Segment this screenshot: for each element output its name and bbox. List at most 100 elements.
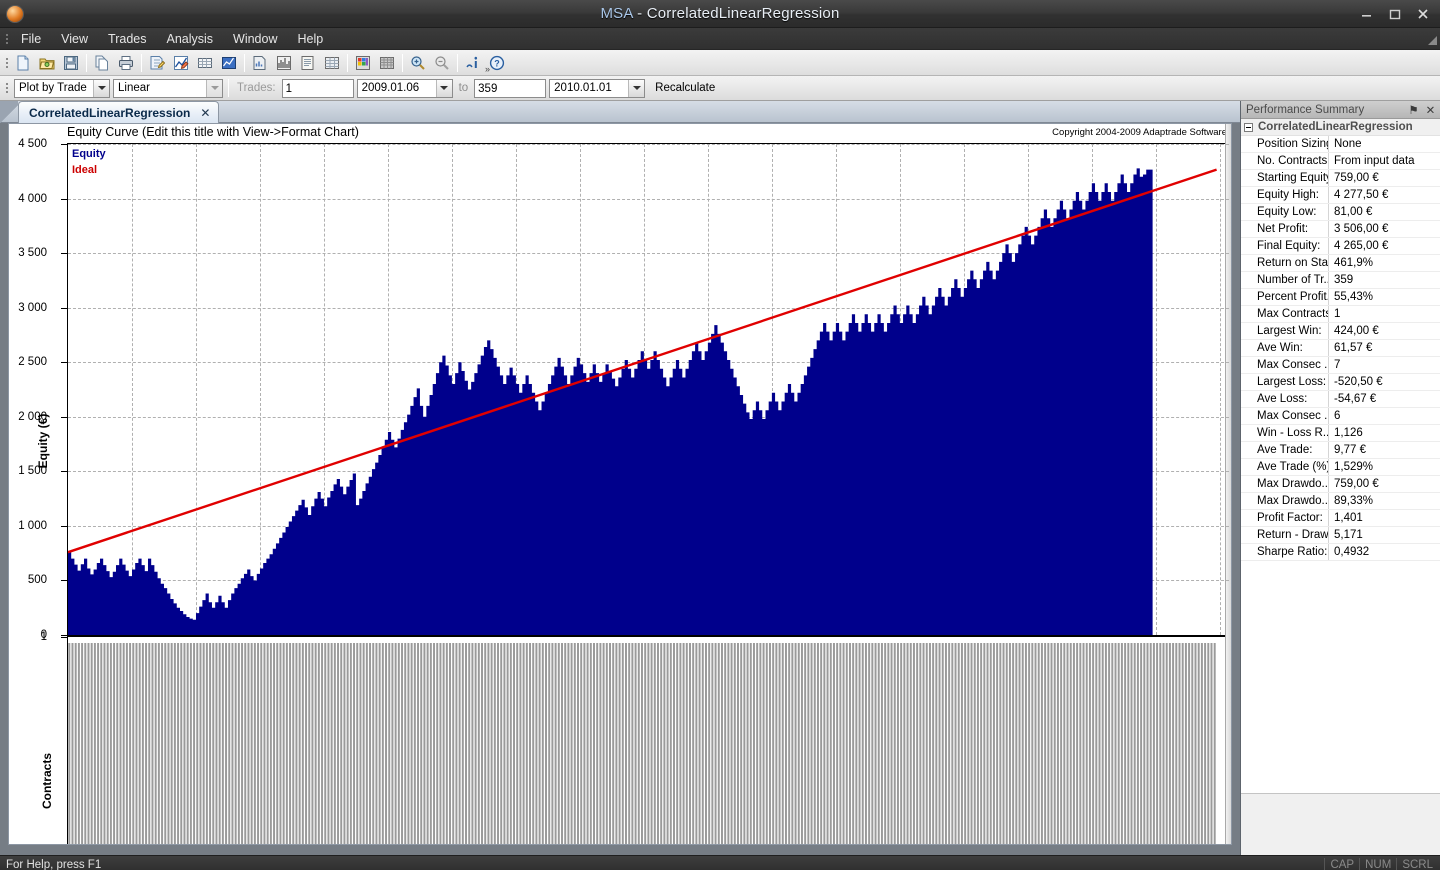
performance-summary-grid: CorrelatedLinearRegression Position Sizi… bbox=[1241, 119, 1440, 793]
performance-row[interactable]: Ave Loss: -54,67 € bbox=[1241, 391, 1440, 408]
menu-item-window[interactable]: Window bbox=[223, 30, 287, 48]
panel-close-icon[interactable]: ✕ bbox=[1424, 103, 1437, 117]
performance-row[interactable]: Percent Profit... 55,43% bbox=[1241, 289, 1440, 306]
equity-plot[interactable]: Equity Ideal bbox=[67, 143, 1231, 636]
close-button[interactable] bbox=[1410, 4, 1436, 24]
performance-row[interactable]: Equity Low: 81,00 € bbox=[1241, 204, 1440, 221]
print-icon[interactable] bbox=[115, 52, 137, 74]
zoom-out-icon[interactable] bbox=[431, 52, 453, 74]
contracts-bar bbox=[669, 643, 672, 844]
spreadsheet-icon[interactable] bbox=[376, 52, 398, 74]
contracts-bar bbox=[186, 643, 189, 844]
contracts-plot[interactable] bbox=[67, 636, 1231, 844]
contracts-bar bbox=[452, 643, 455, 844]
contracts-bar bbox=[365, 643, 368, 844]
performance-row[interactable]: Ave Trade (%): 1,529% bbox=[1241, 459, 1440, 476]
copy-icon[interactable] bbox=[91, 52, 113, 74]
contracts-bar bbox=[775, 643, 778, 844]
performance-row[interactable]: Number of Tr... 359 bbox=[1241, 272, 1440, 289]
recalculate-button[interactable]: Recalculate bbox=[648, 79, 722, 97]
zoom-in-icon[interactable] bbox=[407, 52, 429, 74]
info-icon[interactable] bbox=[462, 52, 484, 74]
menu-item-analysis[interactable]: Analysis bbox=[156, 30, 223, 48]
edit-properties-icon[interactable] bbox=[146, 52, 168, 74]
performance-row-key: Max Drawdo... bbox=[1241, 493, 1329, 509]
chevron-down-icon[interactable] bbox=[93, 79, 109, 97]
contracts-bar bbox=[912, 643, 915, 844]
document-tab-close-icon[interactable]: ✕ bbox=[200, 106, 210, 120]
contracts-bar bbox=[842, 643, 845, 844]
collapse-expander-icon[interactable] bbox=[1244, 122, 1253, 132]
menu-item-file[interactable]: File bbox=[11, 30, 51, 48]
performance-row[interactable]: Position Sizing: None bbox=[1241, 136, 1440, 153]
trade-from-input[interactable]: 1 bbox=[281, 78, 354, 98]
date-from-combo[interactable]: 2009.01.06 bbox=[356, 78, 453, 98]
performance-row[interactable]: Max Consec ... 6 bbox=[1241, 408, 1440, 425]
performance-row[interactable]: Ave Trade: 9,77 € bbox=[1241, 442, 1440, 459]
chevron-down-icon[interactable] bbox=[628, 79, 645, 97]
legend-item-equity: Equity bbox=[72, 148, 106, 160]
trade-list-icon[interactable] bbox=[297, 52, 319, 74]
menu-item-view[interactable]: View bbox=[51, 30, 98, 48]
scale-mode-combo[interactable]: Linear bbox=[113, 78, 223, 98]
performance-row[interactable]: Max Drawdo... 89,33% bbox=[1241, 493, 1440, 510]
performance-row[interactable]: Ave Win: 61,57 € bbox=[1241, 340, 1440, 357]
contracts-bar bbox=[151, 643, 154, 844]
contracts-bar bbox=[87, 643, 90, 844]
performance-row[interactable]: Largest Win: 424,00 € bbox=[1241, 323, 1440, 340]
maximize-button[interactable] bbox=[1382, 4, 1408, 24]
trades-label: Trades: bbox=[237, 82, 276, 94]
performance-row[interactable]: Equity High: 4 277,50 € bbox=[1241, 187, 1440, 204]
performance-row[interactable]: Max Drawdo... 759,00 € bbox=[1241, 476, 1440, 493]
resize-grip-icon bbox=[1424, 30, 1438, 46]
contracts-bar bbox=[794, 643, 797, 844]
plot-mode-combo[interactable]: Plot by Trade bbox=[14, 78, 110, 98]
performance-row-value: 4 265,00 € bbox=[1334, 240, 1389, 252]
performance-summary-header: Performance Summary ⚑ ✕ bbox=[1241, 101, 1440, 119]
contracts-bar bbox=[1210, 643, 1213, 844]
trade-to-input[interactable]: 359 bbox=[474, 78, 547, 98]
contracts-bar bbox=[538, 643, 541, 844]
performance-row[interactable]: Max Consec ... 7 bbox=[1241, 357, 1440, 374]
new-icon[interactable] bbox=[12, 52, 34, 74]
menu-item-help[interactable]: Help bbox=[288, 30, 334, 48]
menu-drag-grip[interactable] bbox=[2, 31, 11, 47]
date-to-combo[interactable]: 2010.01.01 bbox=[549, 78, 646, 98]
toolbar-overflow-button[interactable]: » bbox=[485, 64, 490, 74]
chart-title: Equity Curve (Edit this title with View-… bbox=[67, 125, 359, 139]
performance-summary-root-row[interactable]: CorrelatedLinearRegression bbox=[1241, 119, 1440, 136]
performance-row[interactable]: Largest Loss: -520,50 € bbox=[1241, 374, 1440, 391]
options-toolbar-drag-grip[interactable] bbox=[2, 78, 11, 98]
grid-report-icon[interactable] bbox=[321, 52, 343, 74]
toolbar-drag-grip[interactable] bbox=[2, 53, 11, 73]
color-palette-icon[interactable] bbox=[352, 52, 374, 74]
performance-row[interactable]: Profit Factor: 1,401 bbox=[1241, 510, 1440, 527]
chevron-down-icon[interactable] bbox=[206, 79, 222, 97]
equity-chart-icon[interactable] bbox=[218, 52, 240, 74]
performance-row[interactable]: Win - Loss R... 1,126 bbox=[1241, 425, 1440, 442]
document-tab-correlatedlinearregression[interactable]: CorrelatedLinearRegression ✕ bbox=[18, 101, 220, 123]
distribution-chart-icon[interactable] bbox=[273, 52, 295, 74]
performance-row[interactable]: Sharpe Ratio: 0,4932 bbox=[1241, 544, 1440, 561]
menu-item-trades[interactable]: Trades bbox=[98, 30, 156, 48]
contracts-bar bbox=[119, 643, 122, 844]
contracts-bar bbox=[497, 643, 500, 844]
pin-icon[interactable]: ⚑ bbox=[1407, 103, 1420, 117]
minimize-button[interactable] bbox=[1354, 4, 1380, 24]
contracts-bar bbox=[209, 643, 212, 844]
open-folder-icon[interactable] bbox=[36, 52, 58, 74]
contracts-bar bbox=[660, 643, 663, 844]
performance-row[interactable]: Return - Draw... 5,171 bbox=[1241, 527, 1440, 544]
performance-row[interactable]: No. Contracts: From input data bbox=[1241, 153, 1440, 170]
performance-row[interactable]: Starting Equity: 759,00 € bbox=[1241, 170, 1440, 187]
save-disk-icon[interactable] bbox=[60, 52, 82, 74]
contracts-bar bbox=[557, 643, 560, 844]
performance-row[interactable]: Net Profit: 3 506,00 € bbox=[1241, 221, 1440, 238]
performance-row[interactable]: Max Contracts: 1 bbox=[1241, 306, 1440, 323]
chevron-down-icon[interactable] bbox=[435, 79, 452, 97]
table-view-icon[interactable] bbox=[194, 52, 216, 74]
performance-row[interactable]: Return on Sta... 461,9% bbox=[1241, 255, 1440, 272]
chart-edit-icon[interactable] bbox=[170, 52, 192, 74]
report-icon[interactable] bbox=[249, 52, 271, 74]
performance-row[interactable]: Final Equity: 4 265,00 € bbox=[1241, 238, 1440, 255]
